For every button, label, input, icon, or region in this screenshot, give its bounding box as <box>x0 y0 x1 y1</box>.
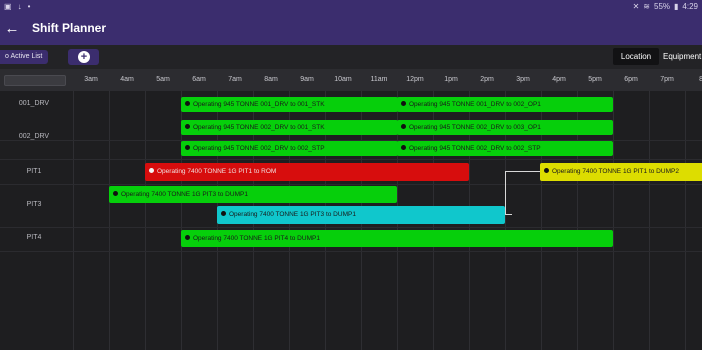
hour-label: 2pm <box>480 76 494 83</box>
status-bar: ▣ ↓ • ✕ ≋ 55% ▮ 4:29 <box>0 0 702 13</box>
status-dot-icon <box>185 144 190 150</box>
task-label: Operating 7400 TONNE 1G PIT3 to DUMP1 <box>121 191 248 198</box>
hour-label: 8am <box>264 76 278 83</box>
task-bar[interactable]: Operating 7400 TONNE 1G PIT1 to DUMP2 <box>540 163 702 181</box>
hour-label: 3pm <box>516 76 530 83</box>
app-bar: ← Shift Planner <box>0 13 702 45</box>
task-label: Operating 945 TONNE 001_DRV to 002_OP1 <box>409 101 541 108</box>
row-divider <box>0 227 702 228</box>
task-label: Operating 7400 TONNE 1G PIT3 to DUMP1 <box>229 211 356 218</box>
task-bar[interactable]: Operating 945 TONNE 001_DRV to 002_OP1 <box>397 97 613 112</box>
hour-label: 7pm <box>660 76 674 83</box>
status-dot-icon <box>149 167 154 173</box>
status-dot-icon <box>544 167 549 173</box>
active-list-button[interactable]: o Active List <box>0 50 49 64</box>
battery-icon: ▮ <box>674 2 679 11</box>
task-bar[interactable]: Operating 945 TONNE 002_DRV to 001_STK <box>181 120 398 135</box>
row-label: PIT3 <box>26 201 42 208</box>
task-label: Operating 945 TONNE 002_DRV to 002_STP <box>409 145 541 152</box>
hour-label: 10am <box>334 76 352 83</box>
hour-label: 7am <box>228 76 242 83</box>
app-root: ▣ ↓ • ✕ ≋ 55% ▮ 4:29 ← Shift Planner o A… <box>0 0 702 350</box>
hour-label: 4pm <box>552 76 566 83</box>
hour-label: 5pm <box>588 76 602 83</box>
hour-label: 6am <box>192 76 206 83</box>
hour-label: 6pm <box>624 76 638 83</box>
plus-icon: + <box>78 51 90 63</box>
status-dot-icon <box>401 123 406 129</box>
grid-column-line <box>73 91 74 350</box>
wifi-icon: ≋ <box>643 2 650 11</box>
hour-label: 3am <box>84 76 98 83</box>
row-divider <box>0 184 702 185</box>
status-left: ▣ ↓ • <box>4 0 30 13</box>
screenshot-icon: ▣ <box>4 2 12 11</box>
hour-label: 12pm <box>406 76 424 83</box>
task-label: Operating 945 TONNE 002_DRV to 001_STK <box>193 124 325 131</box>
status-dot-icon <box>113 190 118 196</box>
mute-icon: ✕ <box>632 2 640 11</box>
hour-label: 11am <box>370 76 388 83</box>
status-dot-icon <box>401 100 406 106</box>
status-dot-icon <box>221 210 226 216</box>
task-label: Operating 7400 TONNE 1G PIT1 to DUMP2 <box>552 168 679 175</box>
status-dot-icon <box>401 144 406 150</box>
grid-column-line <box>649 91 650 350</box>
grid-column-line <box>613 91 614 350</box>
clock: 4:29 <box>682 2 698 11</box>
row-divider <box>0 251 702 252</box>
status-dot-icon <box>185 234 190 240</box>
grid-column-line <box>145 91 146 350</box>
dependency-connector <box>512 171 540 172</box>
task-bar[interactable]: Operating 945 TONNE 001_DRV to 001_STK <box>181 97 398 112</box>
row-label: 001_DRV <box>18 100 50 107</box>
task-bar[interactable]: Operating 7400 TONNE 1G PIT4 to DUMP1 <box>181 230 613 247</box>
add-button[interactable]: + <box>68 49 99 65</box>
timeline-header: 3am 4am 5am 6am 7am 8am 9am 10am 11am 12pm 1pm 2pm 3… <box>0 69 702 91</box>
hour-label: 5am <box>156 76 170 83</box>
hour-label: 9am <box>300 76 314 83</box>
task-label: Operating 7400 TONNE 1G PIT1 to ROM <box>157 168 277 175</box>
hour-label: 4am <box>120 76 134 83</box>
status-dot-icon <box>185 123 190 129</box>
task-bar[interactable]: Operating 7400 TONNE 1G PIT1 to ROM <box>145 163 469 181</box>
row-label: 002_DRV <box>18 133 50 140</box>
task-bar[interactable]: Operating 945 TONNE 002_DRV to 002_STP <box>181 141 398 156</box>
grid-column-line <box>109 91 110 350</box>
page-title: Shift Planner <box>32 21 107 35</box>
hour-label: 1pm <box>444 76 458 83</box>
dot-icon: • <box>27 2 31 11</box>
task-bar[interactable]: Operating 7400 TONNE 1G PIT3 to DUMP1 <box>217 206 505 224</box>
row-divider <box>0 159 702 160</box>
dependency-connector <box>505 171 512 215</box>
search-input[interactable] <box>4 75 66 86</box>
hour-label: 8p <box>699 76 702 83</box>
status-right: ✕ ≋ 55% ▮ 4:29 <box>633 0 698 13</box>
task-label: Operating 7400 TONNE 1G PIT4 to DUMP1 <box>193 235 320 242</box>
status-dot-icon <box>185 100 190 106</box>
back-arrow-icon[interactable]: ← <box>3 19 21 39</box>
task-label: Operating 945 TONNE 001_DRV to 001_STK <box>193 101 325 108</box>
row-label: PIT1 <box>26 168 42 175</box>
task-bar[interactable]: Operating 945 TONNE 002_DRV to 002_STP <box>397 141 613 156</box>
task-label: Operating 945 TONNE 002_DRV to 002_STP <box>193 145 325 152</box>
toolbar: o Active List + Location Equipment <box>0 45 702 69</box>
download-icon: ↓ <box>17 2 22 11</box>
grid-column-line <box>685 91 686 350</box>
battery-percent: 55% <box>654 2 671 11</box>
tab-location[interactable]: Location <box>613 48 659 65</box>
row-label: PIT4 <box>26 234 42 241</box>
task-bar[interactable]: Operating 7400 TONNE 1G PIT3 to DUMP1 <box>109 186 397 203</box>
task-bar[interactable]: Operating 945 TONNE 002_DRV to 003_OP1 <box>397 120 613 135</box>
schedule-grid: 001_DRV 002_DRV PIT1 PIT3 PIT4 Operating… <box>0 91 702 350</box>
tab-equipment[interactable]: Equipment <box>663 48 701 65</box>
task-label: Operating 945 TONNE 002_DRV to 003_OP1 <box>409 124 541 131</box>
